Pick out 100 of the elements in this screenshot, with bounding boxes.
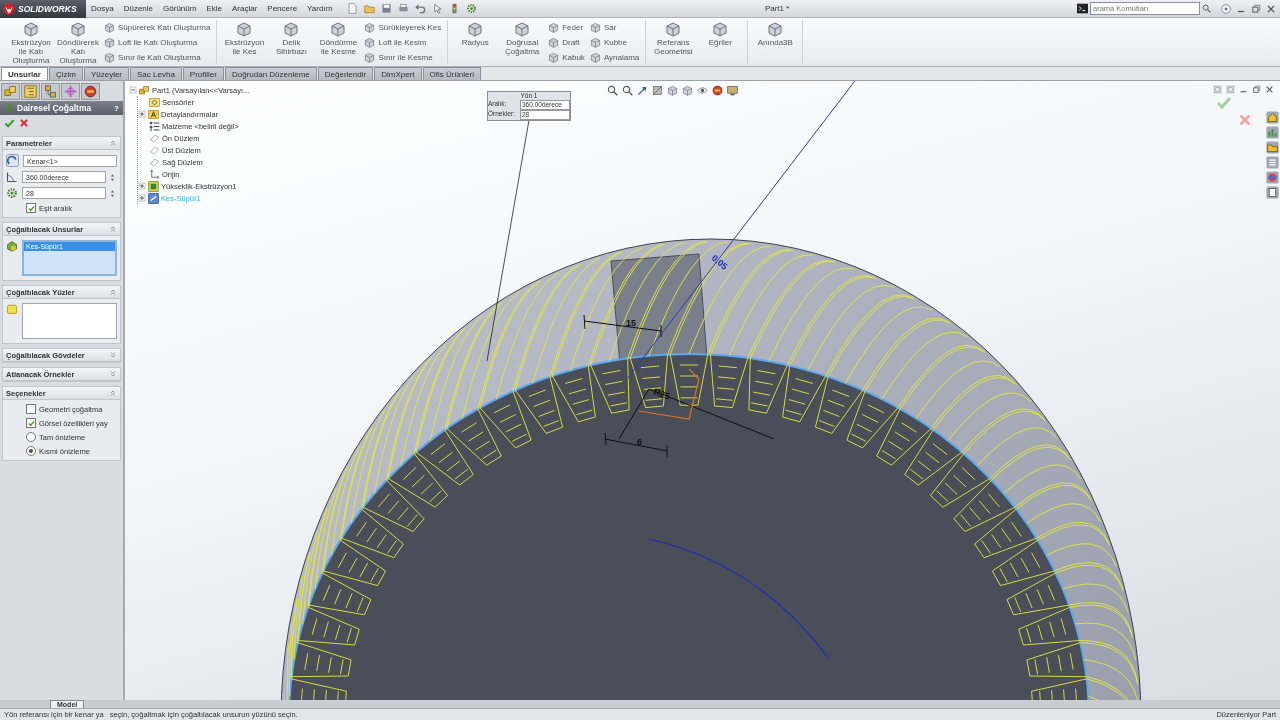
- folder-icon[interactable]: [364, 3, 376, 14]
- ribbon-button[interactable]: Ekstrüzyon ile Kes: [221, 20, 268, 64]
- ribbon-button[interactable]: Sınır ile Kesme: [362, 50, 444, 64]
- restore-icon[interactable]: [1252, 85, 1261, 94]
- arrow-icon[interactable]: [637, 85, 648, 96]
- cancel-x-icon[interactable]: [19, 118, 29, 128]
- ribbon-button[interactable]: Draft: [546, 35, 587, 49]
- help-link[interactable]: ?: [114, 103, 119, 113]
- command-tab[interactable]: Ofis Ürünleri: [422, 67, 481, 80]
- cursor-icon[interactable]: [432, 3, 444, 14]
- ribbon-button[interactable]: Kubbe: [587, 35, 642, 49]
- panel-tab[interactable]: [1, 83, 20, 100]
- command-tab[interactable]: Profiller: [182, 67, 224, 80]
- restore-icon[interactable]: [1251, 3, 1261, 14]
- ribbon-button[interactable]: Eğriler: [697, 20, 744, 64]
- ribbon-button[interactable]: Sürükleyerek Kes: [362, 20, 444, 34]
- bar-chart-icon[interactable]: [1266, 126, 1279, 139]
- ribbon-button[interactable]: Anında3B: [752, 20, 799, 64]
- menu-item[interactable]: Düzenle: [118, 4, 159, 13]
- page-icon[interactable]: [347, 3, 359, 14]
- panel-tab[interactable]: [81, 83, 100, 100]
- ribbon-button[interactable]: Sar: [587, 20, 642, 34]
- ribbon-button[interactable]: Döndürerek Katı Oluşturma: [55, 20, 101, 64]
- expand-box-icon[interactable]: [138, 182, 146, 190]
- menu-item[interactable]: Dosya: [86, 4, 119, 13]
- zoom-icon[interactable]: [622, 85, 633, 96]
- ribbon-button[interactable]: Loft ile Kesim: [362, 35, 444, 49]
- menu-item[interactable]: Araçlar: [226, 4, 263, 13]
- expand-box-icon[interactable]: [138, 194, 146, 202]
- selection-list[interactable]: [22, 303, 117, 339]
- ribbon-button[interactable]: Döndürme ile Kesme: [315, 20, 362, 64]
- document-icon[interactable]: [1266, 186, 1279, 199]
- command-tab[interactable]: Çizim: [48, 67, 83, 80]
- command-tab[interactable]: Değerlendir: [317, 67, 374, 80]
- ribbon-button[interactable]: Radyus: [452, 20, 499, 64]
- eye-icon[interactable]: [697, 85, 708, 96]
- section-view-icon[interactable]: [652, 85, 663, 96]
- checkbox[interactable]: [26, 203, 36, 213]
- collapse-chevron-icon: [109, 389, 117, 397]
- property-list-icon: [24, 85, 37, 98]
- house-icon[interactable]: [1266, 111, 1279, 124]
- command-tab[interactable]: Doğrudan Düzenleme: [224, 67, 317, 80]
- gear-icon[interactable]: [466, 3, 478, 14]
- edge-select-icon[interactable]: [6, 154, 19, 167]
- folder-icon[interactable]: [1266, 141, 1279, 154]
- checkbox[interactable]: [26, 404, 36, 414]
- expand-box-icon[interactable]: [138, 110, 146, 118]
- command-tab[interactable]: Yüzeyler: [83, 67, 130, 80]
- ribbon-button[interactable]: Referans Geometrisi: [650, 20, 697, 64]
- menu-item[interactable]: Yardım: [302, 4, 338, 13]
- material-icon: [149, 120, 160, 132]
- panel-title: Dairesel Çoğaltma: [17, 103, 93, 113]
- collapse-box-icon[interactable]: [129, 86, 137, 94]
- ribbon-button[interactable]: Süpürerek Katı Oluşturma: [102, 20, 213, 34]
- panel-tab[interactable]: [41, 83, 60, 100]
- ribbon-button[interactable]: Kabuk: [546, 50, 587, 64]
- printer-icon[interactable]: [398, 3, 410, 14]
- list-icon[interactable]: [1266, 156, 1279, 169]
- cube-icon: [364, 36, 376, 48]
- menu-item[interactable]: Pencere: [262, 4, 303, 13]
- dimension-label[interactable]: 15: [626, 318, 636, 328]
- menu-item[interactable]: Ekle: [201, 4, 227, 13]
- command-tab[interactable]: DimXpert: [374, 67, 422, 80]
- monitor-icon[interactable]: [727, 85, 738, 96]
- radio-button[interactable]: [26, 446, 36, 456]
- ribbon-button[interactable]: Aynalama: [587, 50, 642, 64]
- ok-check-icon[interactable]: [1216, 95, 1232, 111]
- ribbon-button[interactable]: Delik Sihirbazı: [268, 20, 315, 64]
- ribbon-button[interactable]: Loft ile Katı Oluşturma: [102, 35, 213, 49]
- command-tab[interactable]: Sac Levha: [130, 67, 182, 80]
- ribbon-button[interactable]: Sınır ile Katı Oluşturma: [102, 50, 213, 64]
- plane-icon: [149, 156, 160, 168]
- cube-icon: [589, 51, 601, 63]
- cube-icon[interactable]: [682, 85, 693, 96]
- panel-tab[interactable]: [61, 83, 80, 100]
- checkmark-icon: [27, 419, 35, 427]
- cube-icon: [589, 21, 601, 33]
- sphere-icon[interactable]: [712, 85, 723, 96]
- ball-icon[interactable]: [1266, 171, 1279, 184]
- ribbon-button[interactable]: Doğrusal Çoğaltma: [499, 20, 546, 64]
- viewport-icon[interactable]: [1226, 85, 1235, 94]
- close-icon[interactable]: [1266, 3, 1276, 14]
- panel-tab[interactable]: [21, 83, 40, 100]
- spin-arrows-icon[interactable]: [108, 188, 117, 198]
- cube-icon: [236, 21, 253, 37]
- radio-button[interactable]: [26, 432, 36, 442]
- zoom-icon[interactable]: [607, 85, 618, 96]
- search-icon[interactable]: [1202, 4, 1211, 13]
- checkbox[interactable]: [26, 418, 36, 428]
- ribbon-button[interactable]: Ekstrüzyon ile Katı Oluşturma: [8, 20, 54, 64]
- viewport-icon[interactable]: [1213, 85, 1222, 94]
- dimension-label[interactable]: 0.05: [709, 252, 730, 272]
- spin-arrows-icon[interactable]: [108, 172, 117, 182]
- close-icon[interactable]: [1265, 85, 1274, 94]
- ok-check-icon[interactable]: [4, 118, 15, 129]
- cube-icon[interactable]: [667, 85, 678, 96]
- menu-item[interactable]: Görünüm: [158, 4, 202, 13]
- ribbon-button[interactable]: Feder: [546, 20, 587, 34]
- command-tab[interactable]: Unsurlar: [1, 67, 48, 80]
- undo-arrow-icon[interactable]: [415, 3, 427, 14]
